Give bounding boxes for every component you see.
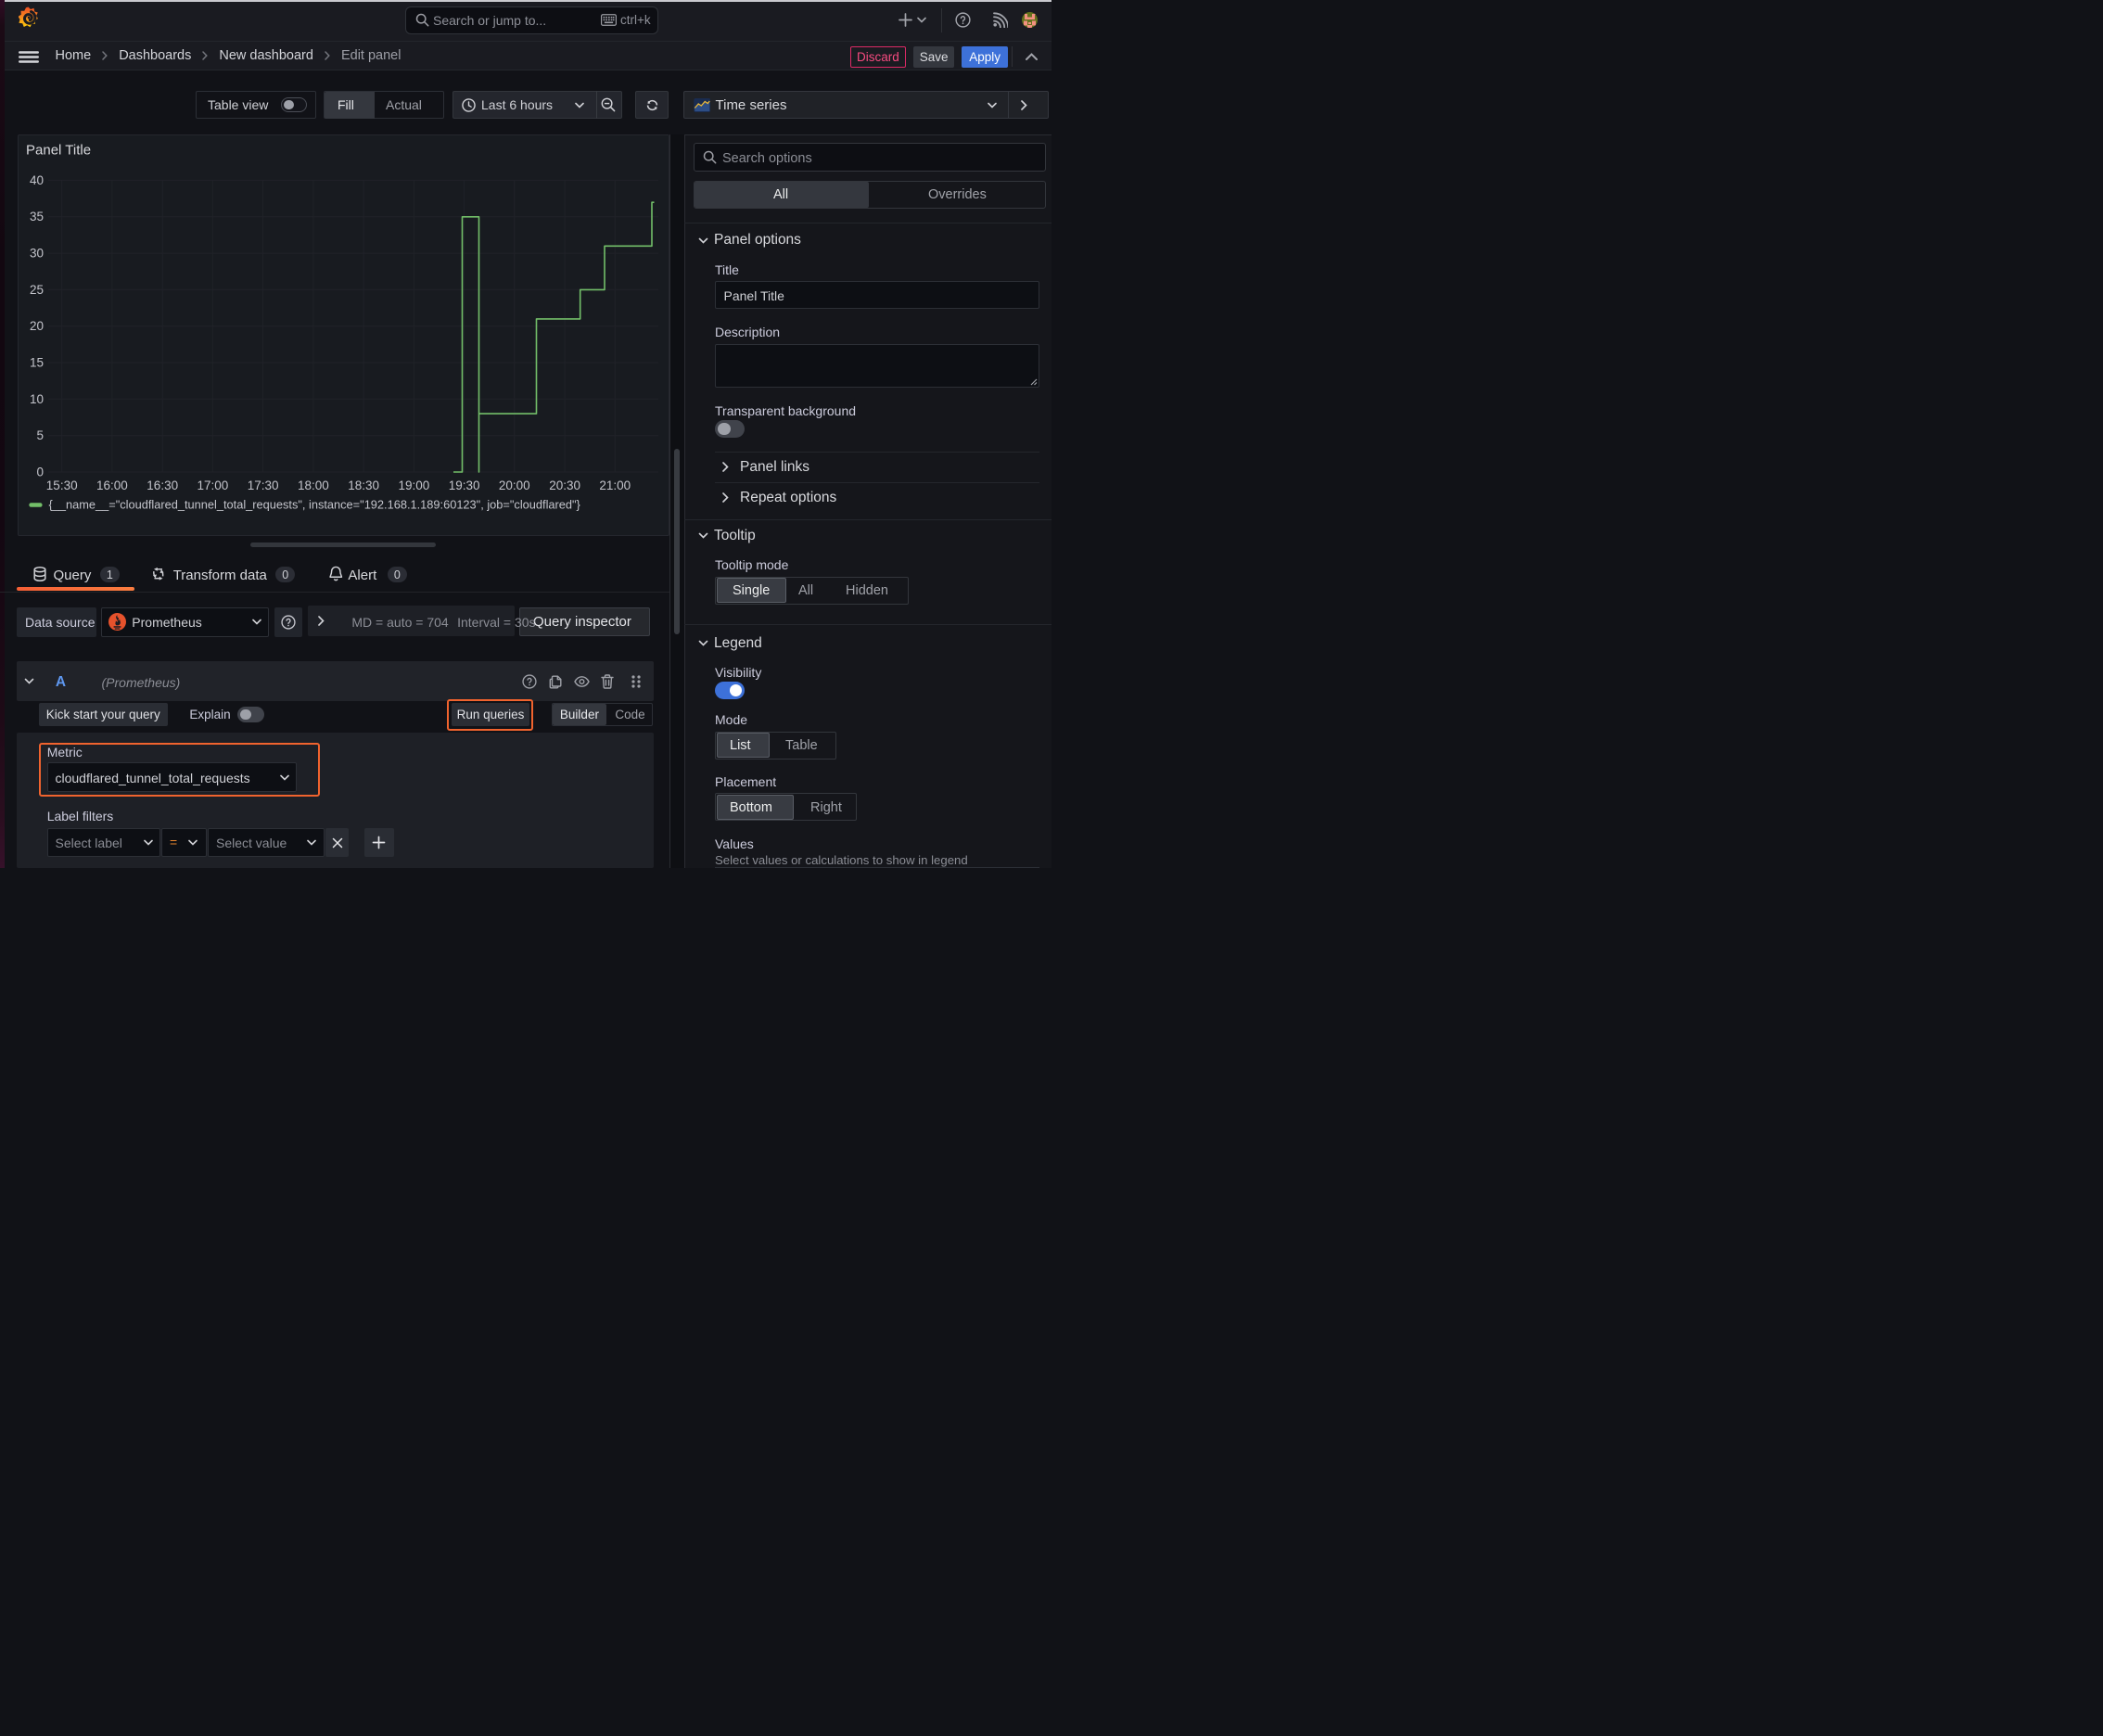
- svg-text:{__name__="cloudflared_tunnel_: {__name__="cloudflared_tunnel_total_requ…: [49, 498, 581, 512]
- svg-text:17:30: 17:30: [248, 479, 279, 492]
- svg-text:19:30: 19:30: [449, 479, 480, 492]
- svg-text:15: 15: [30, 356, 44, 370]
- svg-text:5: 5: [36, 428, 44, 442]
- svg-text:21:00: 21:00: [599, 479, 631, 492]
- svg-text:10: 10: [30, 392, 44, 406]
- svg-text:16:30: 16:30: [147, 479, 178, 492]
- svg-text:25: 25: [30, 283, 44, 297]
- svg-text:0: 0: [36, 466, 44, 479]
- svg-text:Panel Title: Panel Title: [26, 143, 91, 159]
- svg-text:18:30: 18:30: [348, 479, 379, 492]
- svg-text:19:00: 19:00: [399, 479, 430, 492]
- svg-text:15:30: 15:30: [46, 479, 78, 492]
- svg-text:17:00: 17:00: [198, 479, 229, 492]
- svg-text:40: 40: [30, 173, 44, 187]
- svg-text:16:00: 16:00: [96, 479, 128, 492]
- svg-text:20:30: 20:30: [549, 479, 580, 492]
- svg-text:20:00: 20:00: [499, 479, 530, 492]
- svg-text:20: 20: [30, 319, 44, 333]
- svg-text:35: 35: [30, 210, 44, 223]
- svg-text:30: 30: [30, 247, 44, 261]
- svg-text:18:00: 18:00: [298, 479, 329, 492]
